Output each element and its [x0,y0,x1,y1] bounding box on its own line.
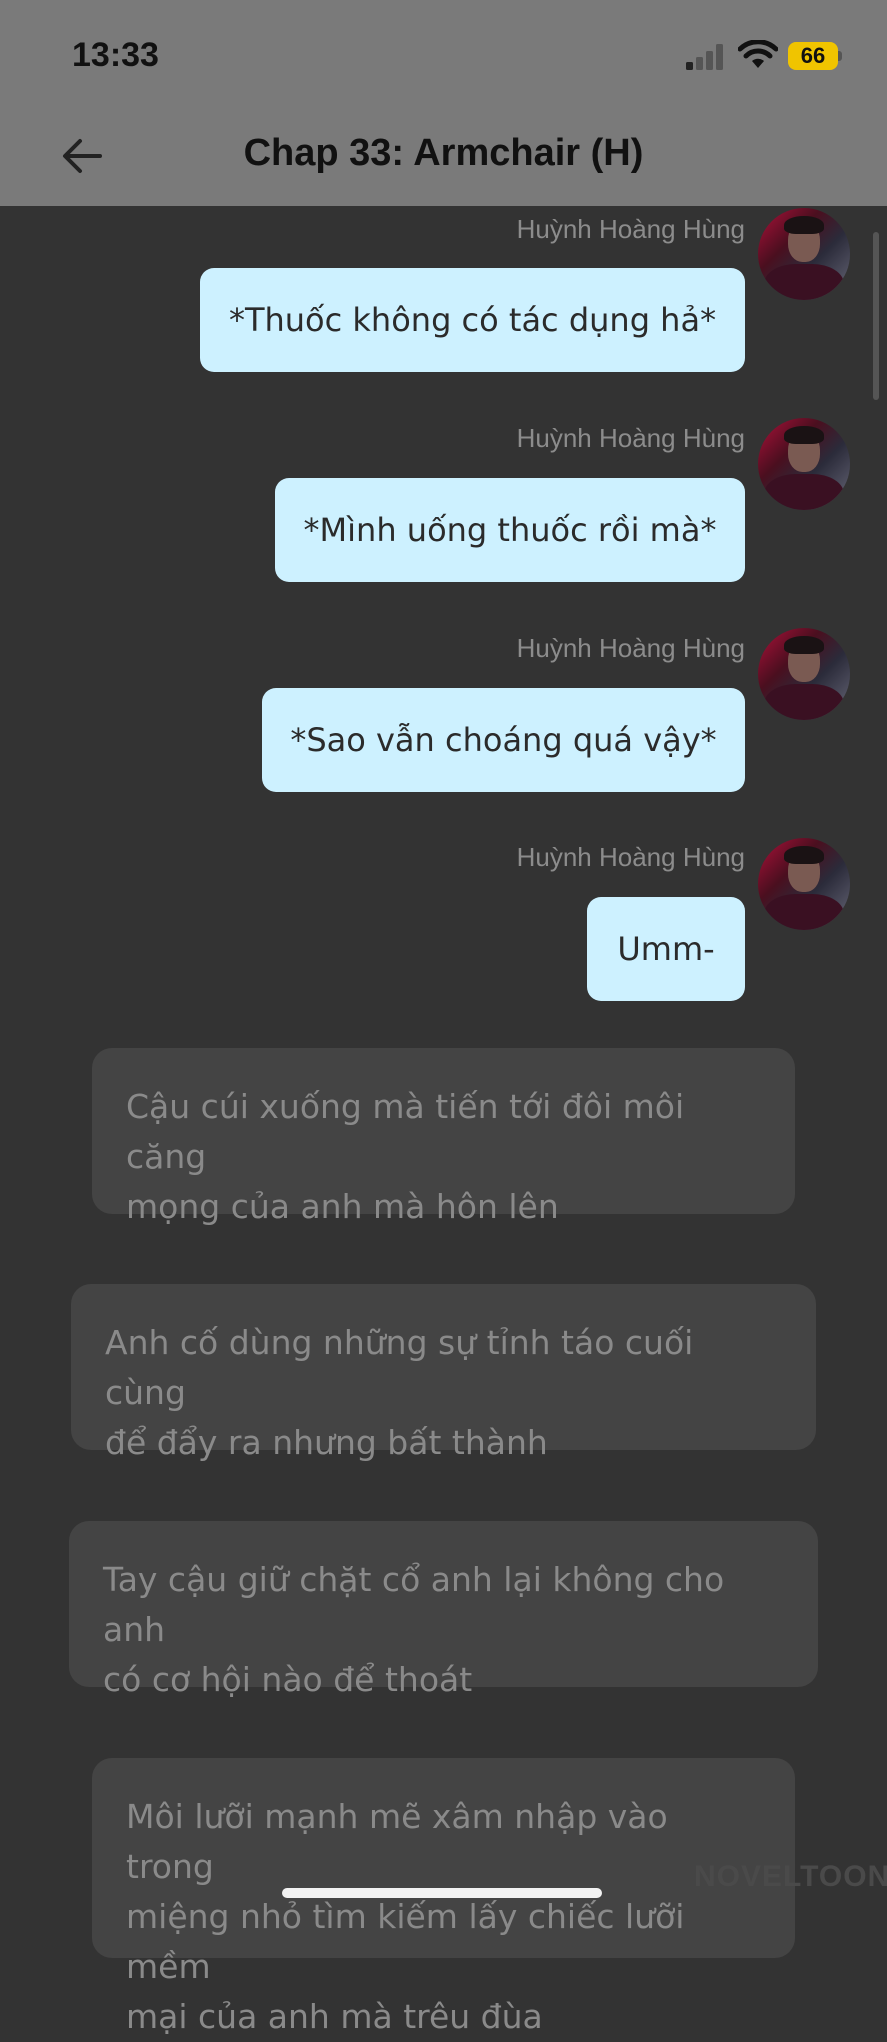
scrollbar[interactable] [873,232,879,400]
narration-line: mọng của anh mà hôn lên [126,1187,559,1226]
narration-line: Anh cố dùng những sự tỉnh táo cuối cùng [105,1323,694,1412]
narration-line: để đẩy ra nhưng bất thành [105,1423,548,1462]
page-title: Chap 33: Armchair (H) [243,132,644,174]
avatar[interactable] [758,208,850,300]
cellular-signal-icon [686,44,723,70]
chat-bubble: Umm- [587,897,745,1001]
narration-line: Cậu cúi xuống mà tiến tới đôi môi căng [126,1087,685,1176]
watermark-logo: NOVELTOON [694,1860,887,1893]
battery-icon: 66 [788,42,844,70]
narration-line: có cơ hội nào để thoát [103,1660,473,1699]
message-author: Huỳnh Hoàng Hùng [516,214,745,244]
narration-line: Môi lưỡi mạnh mẽ xâm nhập vào trong [126,1797,668,1886]
narration-line: Tay cậu giữ chặt cổ anh lại không cho an… [103,1560,725,1649]
message-author: Huỳnh Hoàng Hùng [516,423,745,453]
avatar[interactable] [758,418,850,510]
chat-bubble: *Mình uống thuốc rồi mà* [275,478,745,582]
narration-block: Cậu cúi xuống mà tiến tới đôi môi căng m… [92,1048,795,1226]
narration-block: Môi lưỡi mạnh mẽ xâm nhập vào trong miện… [92,1758,795,2036]
avatar[interactable] [758,838,850,930]
home-indicator[interactable] [282,1888,602,1898]
status-time: 13:33 [72,36,159,74]
wifi-icon [738,40,778,68]
avatar[interactable] [758,628,850,720]
battery-level: 66 [788,42,838,70]
message-author: Huỳnh Hoàng Hùng [516,842,745,872]
chat-bubble: *Thuốc không có tác dụng hả* [200,268,745,372]
message-author: Huỳnh Hoàng Hùng [516,633,745,663]
battery-cap [838,51,842,61]
narration-line: mại của anh mà trêu đùa [126,1997,543,2036]
narration-block: Anh cố dùng những sự tỉnh táo cuối cùng … [71,1284,816,1462]
narration-line: miệng nhỏ tìm kiếm lấy chiếc lưỡi mềm [126,1897,685,1986]
narration-block: Tay cậu giữ chặt cổ anh lại không cho an… [69,1521,818,1699]
chat-bubble: *Sao vẫn choáng quá vậy* [262,688,745,792]
